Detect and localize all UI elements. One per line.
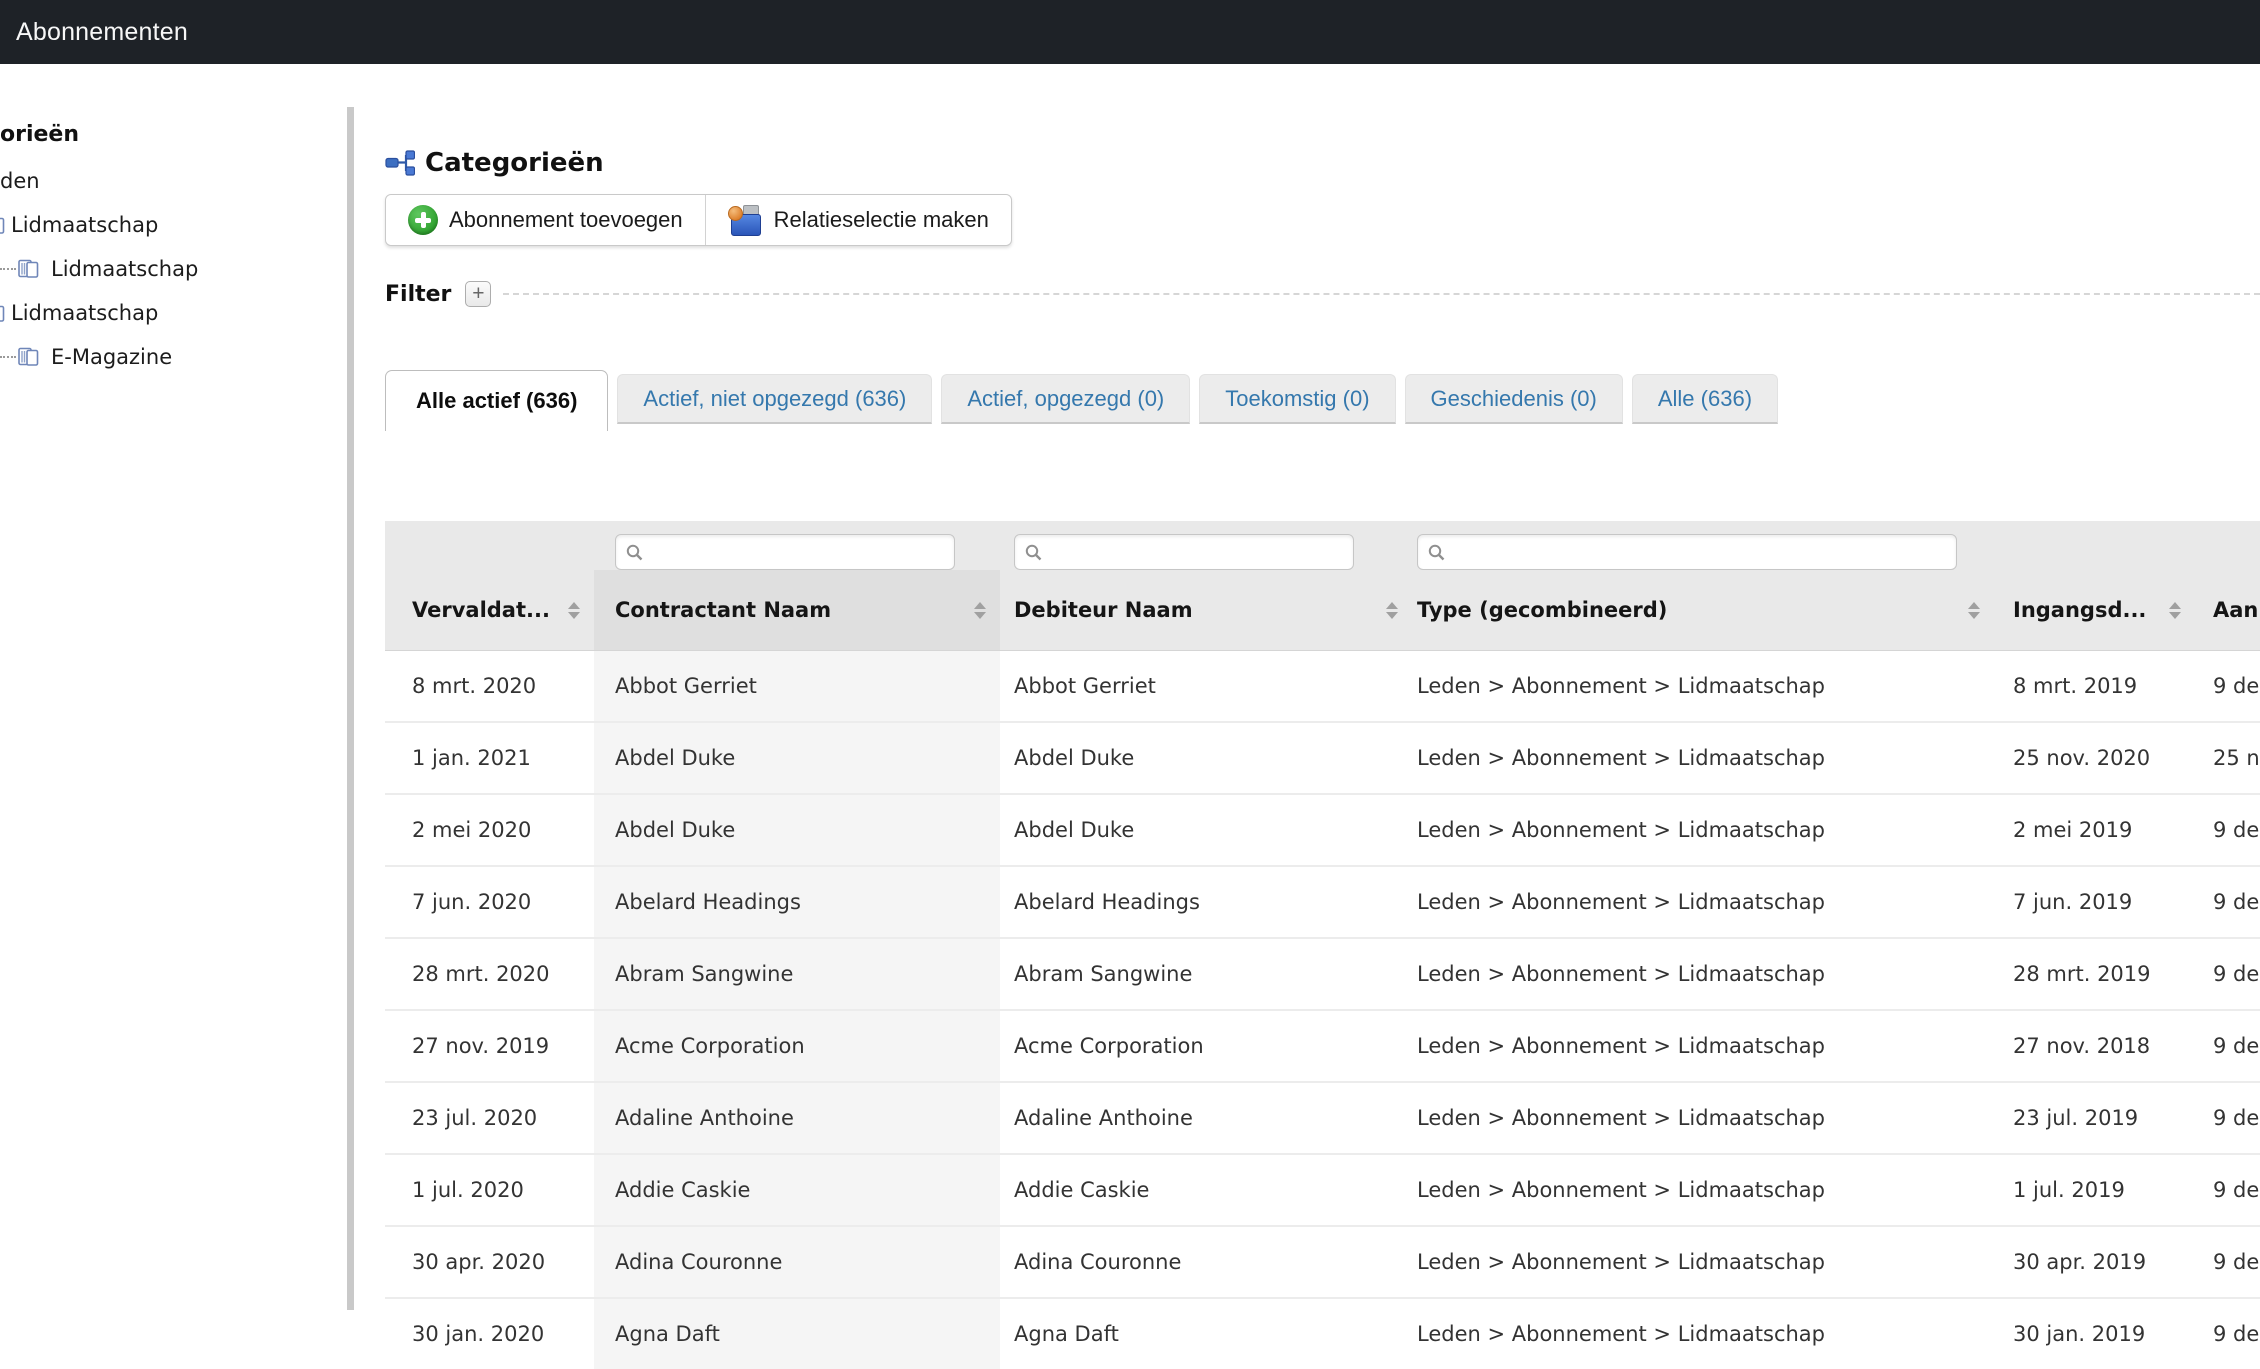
tree-branch-dots [0, 356, 16, 358]
column-header-row: Vervaldat... Contractant Naam Debiteur N… [385, 570, 2260, 650]
table-row[interactable]: 1 jan. 2021 Abdel Duke Abdel Duke Leden … [385, 721, 2260, 793]
panel-resize-handle[interactable] [347, 107, 354, 1310]
pages-icon [18, 347, 39, 367]
tab-geschiedenis[interactable]: Geschiedenis (0) [1405, 374, 1623, 424]
tree-branch-dots [0, 268, 16, 270]
category-tree-panel: orieën den Lidmaatschap Lidmaatschap [0, 64, 347, 1310]
make-relation-selection-label: Relatieselectie maken [774, 207, 989, 233]
column-header-debiteur-naam[interactable]: Debiteur Naam [1000, 570, 1412, 650]
tree-item-label: E-Magazine [51, 345, 172, 369]
search-debiteur-input[interactable] [1014, 534, 1354, 570]
table-row[interactable]: 7 jun. 2020 Abelard Headings Abelard Hea… [385, 865, 2260, 937]
table-body: 8 mrt. 2020 Abbot Gerriet Abbot Gerriet … [385, 651, 2260, 1369]
status-tabs: Alle actief (636) Actief, niet opgezegd … [385, 370, 2260, 430]
sort-icon [1968, 602, 1980, 619]
tree-item-label: den [0, 169, 40, 193]
sort-icon [568, 602, 580, 619]
filter-add-button[interactable]: + [465, 281, 491, 307]
sitemap-icon [385, 148, 415, 178]
filter-dashed-divider [503, 293, 2260, 295]
table-row[interactable]: 1 jul. 2020 Addie Caskie Addie Caskie Le… [385, 1153, 2260, 1225]
table-header: Vervaldat... Contractant Naam Debiteur N… [385, 521, 2260, 651]
column-header-aanmaakdatum[interactable]: Aanm [2195, 570, 2260, 650]
tab-toekomstig[interactable]: Toekomstig (0) [1199, 374, 1395, 424]
sort-icon [1386, 602, 1398, 619]
pages-icon [0, 303, 5, 323]
add-subscription-label: Abonnement toevoegen [449, 207, 683, 233]
search-contractant-input[interactable] [615, 534, 955, 570]
tree-item-e-magazine[interactable]: E-Magazine [0, 335, 347, 379]
column-search-row [385, 521, 2260, 570]
pages-icon [0, 215, 5, 235]
table-row[interactable]: 28 mrt. 2020 Abram Sangwine Abram Sangwi… [385, 937, 2260, 1009]
section-heading: Categorieën [385, 148, 2260, 178]
table-row[interactable]: 23 jul. 2020 Adaline Anthoine Adaline An… [385, 1081, 2260, 1153]
toolbar: Abonnement toevoegen Relatieselectie mak… [385, 194, 1012, 246]
page-title: Abonnementen [16, 18, 188, 47]
top-bar: Abonnementen [0, 0, 2260, 64]
pages-icon [18, 259, 39, 279]
tree-item-label: Lidmaatschap [11, 301, 158, 325]
table-row[interactable]: 8 mrt. 2020 Abbot Gerriet Abbot Gerriet … [385, 651, 2260, 721]
tree-item-lidmaatschap-3[interactable]: Lidmaatschap [0, 291, 347, 335]
add-plus-icon [408, 205, 438, 235]
sort-icon [974, 602, 986, 619]
tree-item-label: Lidmaatschap [51, 257, 198, 281]
tree-item-lidmaatschap-1[interactable]: Lidmaatschap [0, 203, 347, 247]
add-subscription-button[interactable]: Abonnement toevoegen [386, 195, 705, 245]
tab-alle[interactable]: Alle (636) [1632, 374, 1778, 424]
table-row[interactable]: 27 nov. 2019 Acme Corporation Acme Corpo… [385, 1009, 2260, 1081]
relation-selection-icon [728, 205, 762, 236]
column-header-contractant-naam[interactable]: Contractant Naam [594, 570, 1000, 650]
tree-item-leden[interactable]: den [0, 159, 347, 203]
sort-icon [2169, 602, 2181, 619]
subscriptions-table: Vervaldat... Contractant Naam Debiteur N… [385, 521, 2260, 1369]
tree-heading: orieën [0, 122, 347, 147]
tree-item-label: Lidmaatschap [11, 213, 158, 237]
column-header-type[interactable]: Type (gecombineerd) [1412, 570, 1994, 650]
column-header-vervaldatum[interactable]: Vervaldat... [385, 570, 594, 650]
tree-item-lidmaatschap-2[interactable]: Lidmaatschap [0, 247, 347, 291]
section-heading-title: Categorieën [425, 148, 604, 178]
table-row[interactable]: 30 apr. 2020 Adina Couronne Adina Couron… [385, 1225, 2260, 1297]
table-row[interactable]: 30 jan. 2020 Agna Daft Agna Daft Leden >… [385, 1297, 2260, 1369]
search-type-input[interactable] [1417, 534, 1957, 570]
main-content: Categorieën Abonnement toevoegen Relatie… [357, 64, 2260, 1310]
category-tree: den Lidmaatschap Lidmaatschap [0, 159, 347, 379]
tab-actief-opgezegd[interactable]: Actief, opgezegd (0) [941, 374, 1190, 424]
make-relation-selection-button[interactable]: Relatieselectie maken [705, 195, 1011, 245]
table-row[interactable]: 2 mei 2020 Abdel Duke Abdel Duke Leden >… [385, 793, 2260, 865]
tab-alle-actief[interactable]: Alle actief (636) [385, 370, 608, 431]
column-header-ingangsdatum[interactable]: Ingangsd... [1994, 570, 2195, 650]
tab-actief-niet-opgezegd[interactable]: Actief, niet opgezegd (636) [617, 374, 932, 424]
filter-label: Filter [385, 282, 451, 307]
filter-bar: Filter + [385, 280, 2260, 308]
plus-glyph-icon: + [472, 282, 484, 305]
